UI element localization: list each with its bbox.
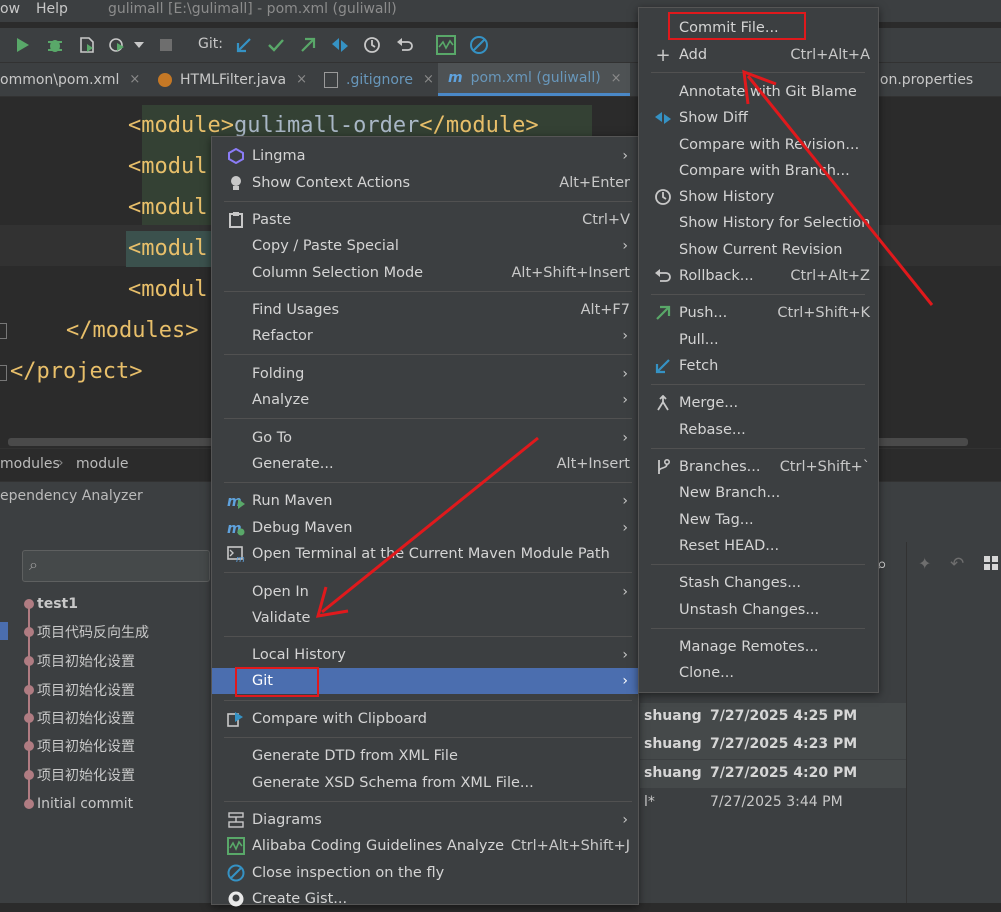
arrow-to-validate xyxy=(321,436,539,614)
annotation-arrows xyxy=(315,69,934,618)
arrow-to-add xyxy=(746,75,934,306)
